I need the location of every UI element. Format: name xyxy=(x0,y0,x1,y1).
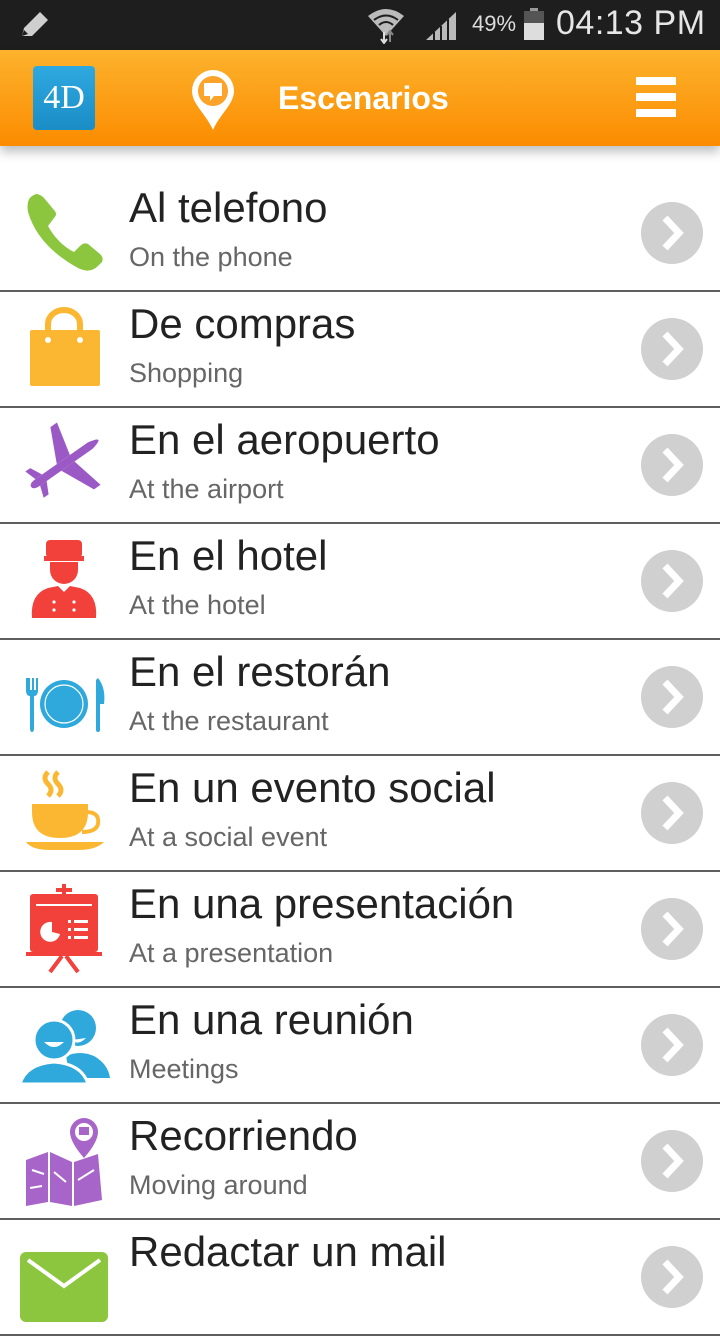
chevron-right-icon[interactable] xyxy=(641,898,703,960)
scenario-row-2[interactable]: De compras Shopping xyxy=(0,292,720,408)
app-bar: 4D Escenarios xyxy=(0,50,720,146)
pencil-icon xyxy=(22,12,48,36)
scenario-title: Redactar un mail xyxy=(129,1228,447,1275)
scenario-row-6[interactable]: En un evento social At a social event xyxy=(0,756,720,872)
scenario-title: En el hotel xyxy=(129,532,328,579)
phone-icon xyxy=(18,186,110,278)
scenario-title: En una reunión xyxy=(129,996,414,1043)
scenario-title: En el aeropuerto xyxy=(129,416,440,463)
chevron-right-icon[interactable] xyxy=(641,1246,703,1308)
scenario-subtitle: At the hotel xyxy=(129,590,266,620)
scenario-row-5[interactable]: En el restorán At the restaurant xyxy=(0,640,720,756)
scenario-title: De compras xyxy=(129,300,356,347)
chevron-right-icon[interactable] xyxy=(641,666,703,728)
page-title: Escenarios xyxy=(278,80,449,116)
coffee-cup-icon xyxy=(18,766,110,858)
bellboy-icon xyxy=(18,534,110,626)
app-logo[interactable]: 4D xyxy=(33,66,95,130)
signal-icon xyxy=(426,12,456,40)
chevron-right-icon[interactable] xyxy=(641,782,703,844)
scenario-subtitle: At a presentation xyxy=(129,938,334,968)
location-chat-pin-icon xyxy=(192,70,234,130)
scenario-title: En un evento social xyxy=(129,764,496,811)
shopping-bag-icon xyxy=(18,302,110,394)
scenario-subtitle: At the restaurant xyxy=(129,706,329,736)
plate-cutlery-icon xyxy=(18,650,110,742)
battery-percent: 49% xyxy=(472,11,517,36)
scenario-row-7[interactable]: En una presentación At a presentation xyxy=(0,872,720,988)
map-pin-icon xyxy=(18,1114,110,1206)
chevron-right-icon[interactable] xyxy=(641,1014,703,1076)
wifi-icon xyxy=(368,9,404,44)
airplane-icon xyxy=(18,418,110,510)
scenario-title: Recorriendo xyxy=(129,1112,358,1159)
scenario-subtitle: Meetings xyxy=(129,1054,239,1084)
scenario-row-9[interactable]: Recorriendo Moving around xyxy=(0,1104,720,1220)
hamburger-menu-icon[interactable] xyxy=(636,77,676,117)
people-icon xyxy=(17,998,110,1090)
scenario-title: En el restorán xyxy=(129,648,391,695)
scenario-subtitle: At a social event xyxy=(129,822,328,852)
scenario-row-1[interactable]: Al telefono On the phone xyxy=(0,176,720,292)
chevron-right-icon[interactable] xyxy=(641,550,703,612)
scenario-row-10[interactable]: Redactar un mail xyxy=(0,1220,720,1336)
scenario-list: Al telefono On the phone De compras Shop… xyxy=(0,176,720,1336)
battery-icon xyxy=(524,8,544,40)
clock: 04:13 PM xyxy=(556,4,706,42)
scenario-subtitle: On the phone xyxy=(129,242,293,272)
presentation-board-icon xyxy=(18,882,110,974)
chevron-right-icon[interactable] xyxy=(641,202,703,264)
chevron-right-icon[interactable] xyxy=(641,1130,703,1192)
list-top-spacer xyxy=(0,146,720,176)
scenario-subtitle: At the airport xyxy=(129,474,284,504)
scenario-subtitle: Shopping xyxy=(129,358,244,388)
status-bar: 49% 04:13 PM xyxy=(0,0,720,50)
chevron-right-icon[interactable] xyxy=(641,434,703,496)
scenario-row-8[interactable]: En una reunión Meetings xyxy=(0,988,720,1104)
scenario-title: Al telefono xyxy=(129,184,328,231)
scenario-row-3[interactable]: En el aeropuerto At the airport xyxy=(0,408,720,524)
scenario-subtitle: Moving around xyxy=(129,1170,308,1200)
scenario-title: En una presentación xyxy=(129,880,515,927)
scenario-row-4[interactable]: En el hotel At the hotel xyxy=(0,524,720,640)
chevron-right-icon[interactable] xyxy=(641,318,703,380)
envelope-icon xyxy=(18,1230,110,1322)
